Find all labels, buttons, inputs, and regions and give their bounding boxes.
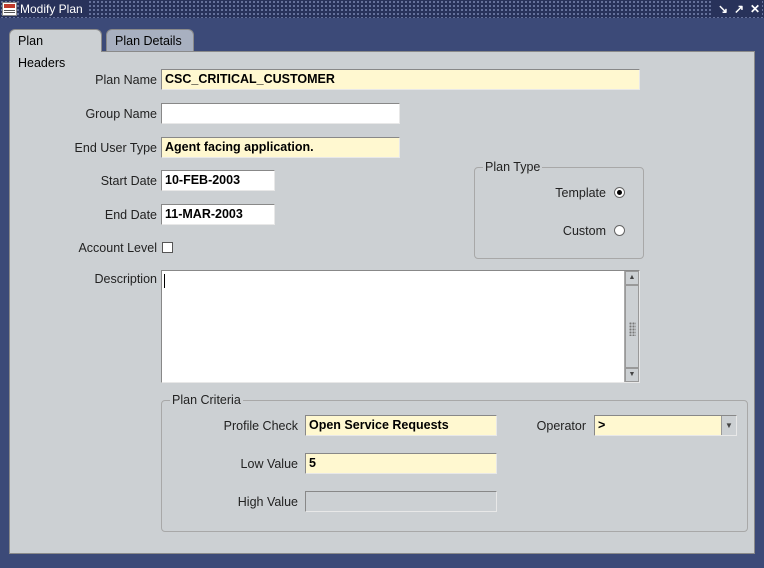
account-level-checkbox[interactable]	[162, 242, 173, 253]
plan-type-title: Plan Type	[483, 160, 543, 174]
grip-icon	[629, 322, 636, 337]
plan-headers-panel: Plan Name CSC_CRITICAL_CUSTOMER Group Na…	[9, 51, 755, 554]
end-date-label: End Date	[104, 208, 157, 222]
custom-option-label: Custom	[562, 224, 606, 238]
tab-plan-details[interactable]: Plan Details	[106, 29, 194, 51]
window-client-area: Plan Headers Plan Details Plan Name CSC_…	[5, 18, 759, 563]
end-date-field[interactable]: 11-MAR-2003	[161, 204, 275, 225]
operator-label: Operator	[536, 419, 586, 433]
end-user-type-field[interactable]: Agent facing application.	[161, 137, 400, 158]
scroll-up-icon[interactable]: ▲	[625, 271, 639, 285]
profile-check-field[interactable]: Open Service Requests	[305, 415, 497, 436]
start-date-field[interactable]: 10-FEB-2003	[161, 170, 275, 191]
template-option-label: Template	[555, 186, 606, 200]
text-cursor	[164, 274, 165, 288]
group-name-field[interactable]	[161, 103, 400, 124]
maximize-icon[interactable]: ↗	[732, 1, 746, 17]
oracle-app-icon	[2, 2, 17, 16]
modify-plan-window: Modify Plan ↘ ↗ ✕ Plan Headers Plan Deta…	[0, 0, 764, 568]
title-bar: Modify Plan ↘ ↗ ✕	[0, 0, 764, 18]
custom-radio[interactable]	[614, 225, 625, 236]
profile-check-label: Profile Check	[223, 419, 298, 433]
plan-name-label: Plan Name	[95, 73, 157, 87]
description-textarea[interactable]: ▲ ▼	[161, 270, 640, 383]
low-value-label: Low Value	[240, 457, 298, 471]
plan-criteria-group: Plan Criteria Profile Check Open Service…	[161, 393, 748, 532]
high-value-label: High Value	[237, 495, 298, 509]
description-scrollbar[interactable]: ▲ ▼	[624, 271, 639, 382]
description-label: Description	[94, 272, 157, 286]
window-controls: ↘ ↗ ✕	[712, 1, 762, 17]
scroll-thumb[interactable]	[625, 285, 639, 368]
close-icon[interactable]: ✕	[748, 1, 762, 17]
minimize-icon[interactable]: ↘	[716, 1, 730, 17]
high-value-field[interactable]	[305, 491, 497, 512]
account-level-label: Account Level	[78, 241, 157, 255]
operator-select[interactable]: > ▼	[594, 415, 737, 436]
plan-name-field[interactable]: CSC_CRITICAL_CUSTOMER	[161, 69, 640, 90]
tab-plan-headers[interactable]: Plan Headers	[9, 29, 102, 70]
end-user-type-label: End User Type	[74, 141, 157, 155]
start-date-label: Start Date	[100, 174, 157, 188]
low-value-field[interactable]: 5	[305, 453, 497, 474]
operator-value: >	[598, 418, 606, 432]
window-title: Modify Plan	[20, 1, 89, 17]
scroll-down-icon[interactable]: ▼	[625, 368, 639, 382]
chevron-down-icon[interactable]: ▼	[721, 416, 736, 435]
template-radio[interactable]	[614, 187, 625, 198]
plan-criteria-title: Plan Criteria	[170, 393, 243, 407]
plan-type-group: Plan Type Template Custom	[474, 160, 644, 259]
group-name-label: Group Name	[85, 107, 157, 121]
